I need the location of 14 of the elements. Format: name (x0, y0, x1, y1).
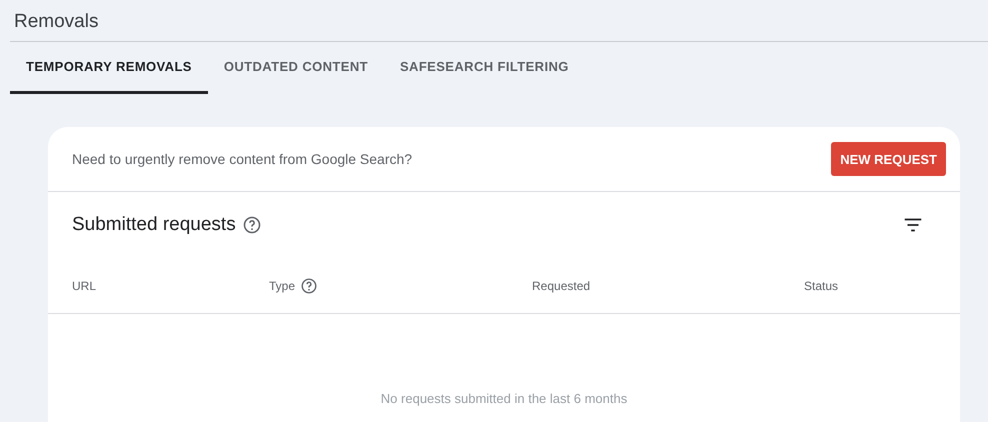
tab[interactable]: SAFESEARCH FILTERING (384, 42, 585, 94)
empty-message: No requests submitted in the last 6 months (380, 391, 628, 406)
section-title: Submitted requests (72, 214, 236, 236)
column-header: Requested (532, 278, 590, 292)
tab[interactable]: OUTDATED CONTENT (208, 42, 384, 94)
column-header: URL (72, 278, 96, 292)
new-request-button[interactable]: NEW REQUEST (831, 142, 946, 176)
help-icon[interactable] (300, 276, 318, 294)
banner-text: Need to urgently remove content from Google Search? (72, 151, 412, 167)
help-icon[interactable] (242, 215, 262, 235)
page-title: Removals (13, 10, 98, 34)
column-header: Type (269, 278, 296, 292)
column-header: Status (804, 278, 838, 292)
tab[interactable]: TEMPORARY REMOVALS (10, 42, 208, 94)
